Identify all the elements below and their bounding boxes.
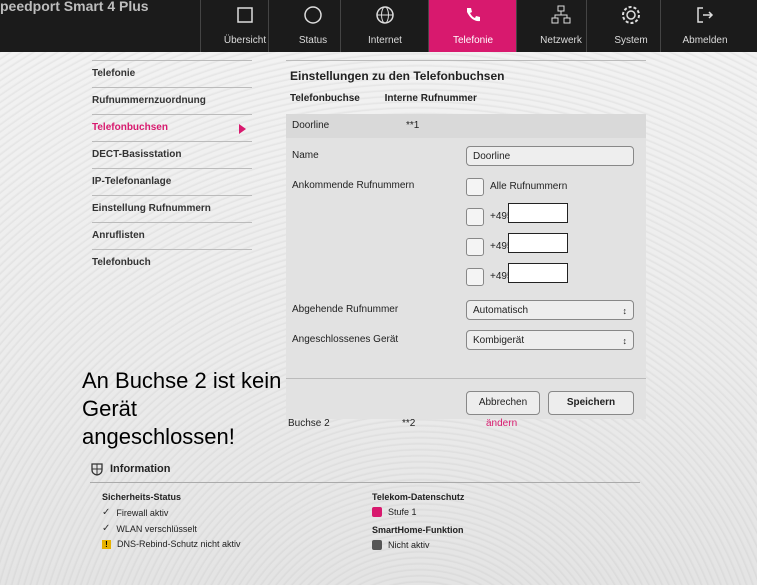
top-navigation: peedport Smart 4 Plus Übersicht Status I… <box>0 0 757 52</box>
nav-label: Internet <box>368 35 402 46</box>
row-number: **1 <box>406 120 420 131</box>
outgoing-value: Automatisch <box>473 305 529 316</box>
sidebar-item-label: Anruflisten <box>92 230 145 241</box>
logout-icon <box>697 7 714 23</box>
row-name: Doorline <box>292 120 330 131</box>
security-status: Sicherheits-Status ✓ Firewall aktiv ✓ WLAN… <box>102 492 241 554</box>
privacy-title: Telekom-Datenschutz <box>372 492 465 502</box>
privacy-icon <box>372 507 382 517</box>
privacy-status: Telekom-Datenschutz Stufe 1 SmartHome-Fu… <box>372 492 464 555</box>
sidebar-item-telefonbuch[interactable]: Telefonbuch <box>92 249 252 276</box>
sidebar-item-einstellung-rufnummern[interactable]: Einstellung Rufnummern <box>92 195 252 222</box>
active-arrow-icon <box>239 124 246 134</box>
globe-icon <box>376 6 394 24</box>
status-icon <box>304 6 322 24</box>
brand-name: peedport Smart 4 Plus <box>0 0 149 14</box>
status-text: WLAN verschlüsselt <box>116 523 197 534</box>
security-title: Sicherheits-Status <box>102 492 182 502</box>
redaction-box <box>508 263 568 283</box>
edit-panel: Name Doorline Ankommende Rufnummern Alle… <box>286 138 646 378</box>
sidebar-item-label: IP-Telefonanlage <box>92 176 172 187</box>
outgoing-select[interactable]: Automatisch <box>466 300 634 321</box>
phone-icon <box>467 8 480 22</box>
number-checkbox-1[interactable] <box>466 208 484 226</box>
overview-icon <box>237 7 253 23</box>
shield-icon <box>91 463 103 476</box>
sidebar-item-telefonbuchsen[interactable]: Telefonbuchsen <box>92 114 252 141</box>
outgoing-label: Abgehende Rufnummer <box>292 304 399 315</box>
check-icon: ✓ <box>102 523 111 534</box>
smarthome-title: SmartHome-Funktion <box>372 525 464 535</box>
smarthome-icon <box>372 540 382 550</box>
incoming-label: Ankommende Rufnummern <box>292 180 415 191</box>
device-value: Kombigerät <box>473 335 525 346</box>
name-label: Name <box>292 150 319 161</box>
row-number: **2 <box>402 418 416 429</box>
information-section: Information Sicherheits-Status ✓ Firewall… <box>90 462 640 550</box>
sidebar-item-label: Rufnummernzuordnung <box>92 95 206 106</box>
save-button[interactable]: Speichern <box>548 391 634 415</box>
sidebar-item-label: Telefonbuch <box>92 257 151 268</box>
cancel-button[interactable]: Abbrechen <box>466 391 540 415</box>
status-item: ! DNS-Rebind-Schutz nicht aktiv <box>102 539 241 549</box>
button-bar: Abbrechen Speichern <box>286 378 646 419</box>
row-name: Buchse 2 <box>288 418 330 429</box>
status-item: ✓ Firewall aktiv <box>102 507 241 518</box>
device-select[interactable]: Kombigerät <box>466 330 634 351</box>
sidebar: Telefonie Rufnummernzuordnung Telefonbuc… <box>92 60 252 276</box>
information-header: Information <box>90 462 640 483</box>
warning-icon: ! <box>102 539 111 549</box>
annotation-note: An Buchse 2 ist kein Gerät angeschlossen… <box>82 368 282 449</box>
column-telefonbuchse: Telefonbuchse <box>290 93 360 104</box>
status-item: Nicht aktiv <box>372 540 464 550</box>
status-text: Nicht aktiv <box>388 540 430 550</box>
sidebar-item-anruflisten[interactable]: Anruflisten <box>92 222 252 249</box>
change-link[interactable]: ändern <box>486 418 517 429</box>
sidebar-item-label: DECT-Basisstation <box>92 149 182 160</box>
table-header: Telefonbuchse Interne Rufnummer <box>286 89 646 114</box>
gear-icon <box>622 6 640 24</box>
information-title: Information <box>110 463 171 475</box>
status-text: Firewall aktiv <box>116 507 169 518</box>
sidebar-item-label: Telefonbuchsen <box>92 122 168 133</box>
nav-label: Telefonie <box>452 35 494 46</box>
column-interne-rufnummer: Interne Rufnummer <box>384 93 477 104</box>
number-checkbox-2[interactable] <box>466 238 484 256</box>
nav-telefonie[interactable]: Telefonie <box>428 0 517 52</box>
status-item: ✓ WLAN verschlüsselt <box>102 523 241 534</box>
sidebar-item-label: Einstellung Rufnummern <box>92 203 211 214</box>
sidebar-item-rufnummernzuordnung[interactable]: Rufnummernzuordnung <box>92 87 252 114</box>
main-content: Einstellungen zu den Telefonbuchsen Tele… <box>286 60 646 419</box>
page-title: Einstellungen zu den Telefonbuchsen <box>286 60 646 89</box>
sidebar-item-ip-telefonanlage[interactable]: IP-Telefonanlage <box>92 168 252 195</box>
redaction-box <box>508 233 568 253</box>
all-numbers-label: Alle Rufnummern <box>490 181 568 192</box>
nav-internet[interactable]: Internet <box>340 0 429 52</box>
nav-label: Abmelden <box>682 35 728 46</box>
check-icon: ✓ <box>102 507 111 518</box>
sidebar-item-dect-basisstation[interactable]: DECT-Basisstation <box>92 141 252 168</box>
sidebar-item-label: Telefonie <box>92 68 136 79</box>
nav-abmelden[interactable]: Abmelden <box>660 0 749 52</box>
status-item: Stufe 1 <box>372 507 464 517</box>
name-input[interactable]: Doorline <box>466 146 634 166</box>
sidebar-item-telefonie[interactable]: Telefonie <box>92 60 252 87</box>
status-text: DNS-Rebind-Schutz nicht aktiv <box>117 539 241 549</box>
device-label: Angeschlossenes Gerät <box>292 334 399 345</box>
status-text: Stufe 1 <box>388 507 417 517</box>
number-checkbox-3[interactable] <box>466 268 484 286</box>
table-row-doorline[interactable]: Doorline **1 <box>286 114 646 138</box>
redaction-box <box>508 203 568 223</box>
network-icon <box>551 5 571 24</box>
all-numbers-checkbox[interactable] <box>466 178 484 196</box>
